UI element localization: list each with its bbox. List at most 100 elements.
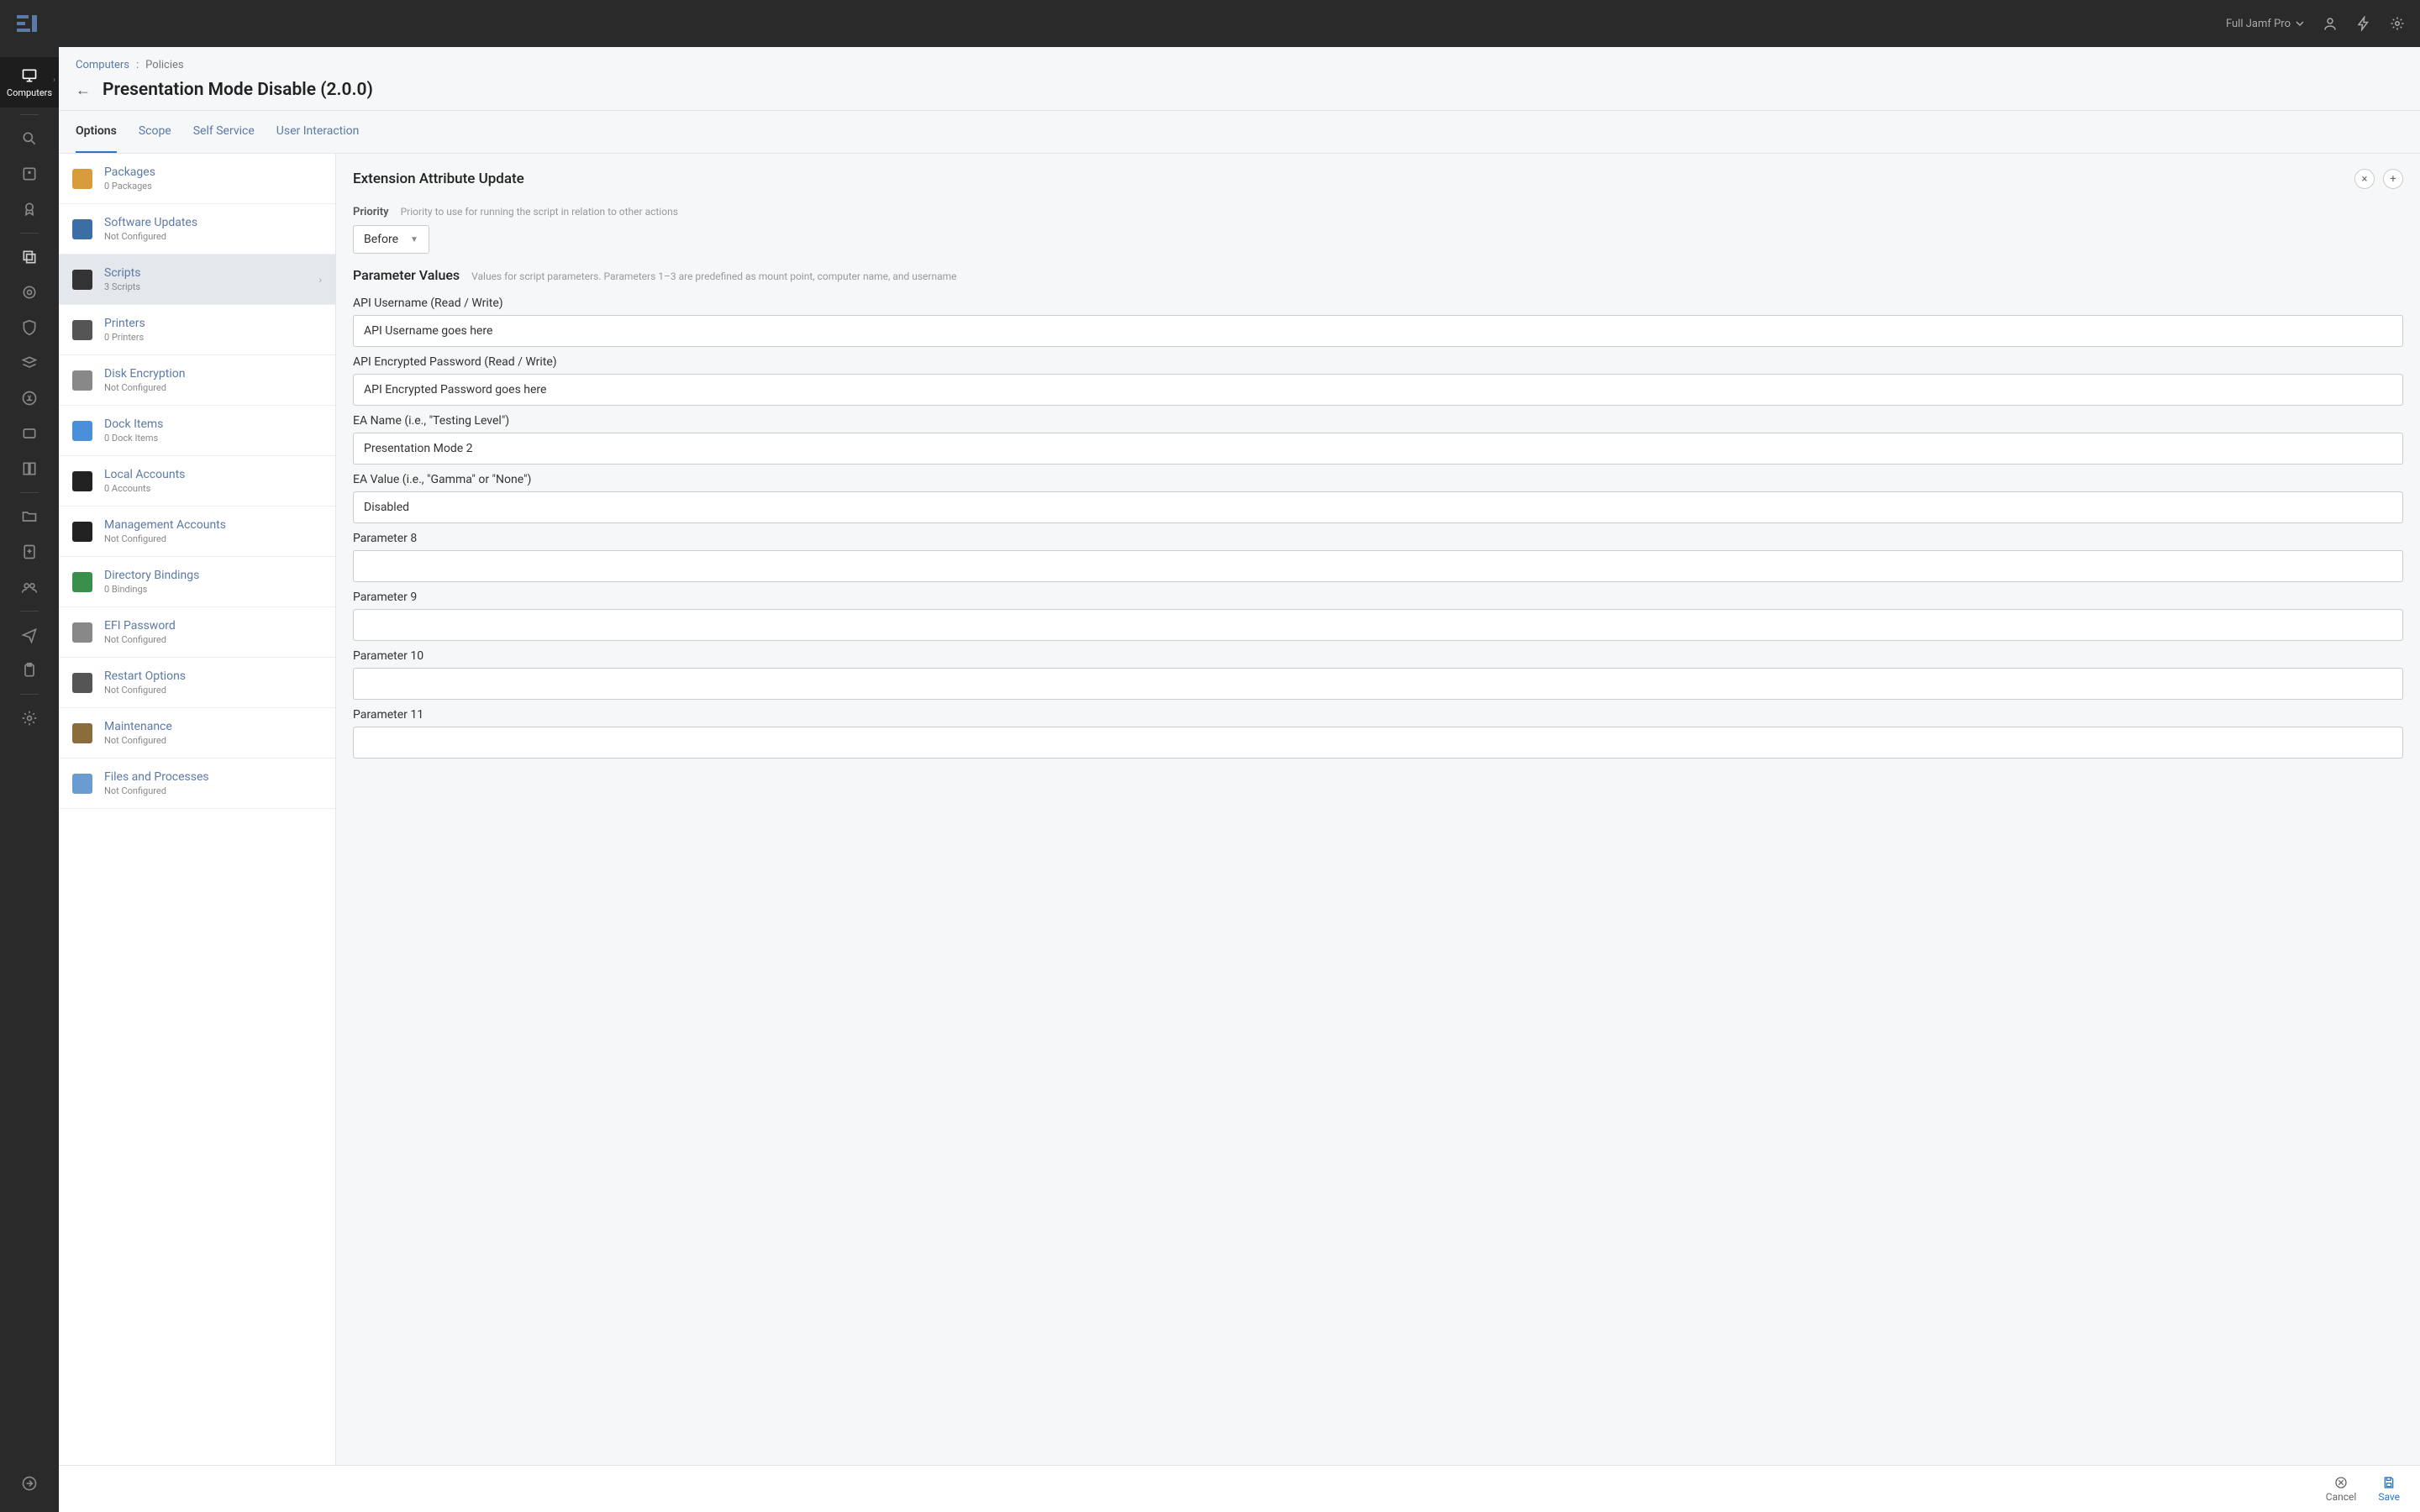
rail-item-search[interactable]: [0, 122, 59, 155]
save-button[interactable]: Save: [2378, 1476, 2400, 1503]
payload-title: Management Accounts: [104, 518, 226, 532]
rail-item-licenses[interactable]: [0, 157, 59, 191]
payload-title: Software Updates: [104, 216, 197, 229]
tab-options[interactable]: Options: [76, 111, 117, 153]
payload-item-management-accounts[interactable]: Management AccountsNot Configured: [59, 507, 335, 557]
payload-item-packages[interactable]: Packages0 Packages: [59, 154, 335, 204]
param-label: API Encrypted Password (Read / Write): [353, 355, 2403, 369]
payload-item-dock-items[interactable]: Dock Items0 Dock Items: [59, 406, 335, 456]
param-input-4[interactable]: [353, 315, 2403, 347]
param-label: Parameter 10: [353, 649, 2403, 663]
shield-icon: [21, 319, 38, 336]
breadcrumb-page: Policies: [145, 59, 183, 71]
gear-icon: [21, 710, 38, 727]
payload-subtitle: Not Configured: [104, 533, 226, 544]
rail-item-clipboard[interactable]: [0, 654, 59, 687]
search-icon: [21, 130, 38, 147]
cancel-button[interactable]: Cancel: [2326, 1476, 2357, 1503]
param-label: EA Value (i.e., "Gamma" or "None"): [353, 473, 2403, 486]
payload-title: Files and Processes: [104, 770, 209, 784]
rail-item-badges[interactable]: [0, 192, 59, 226]
footer: Cancel Save: [59, 1465, 2420, 1512]
main-panel: Computers : Policies ← Presentation Mode…: [59, 47, 2420, 1512]
rail-item-logout[interactable]: [0, 1467, 59, 1500]
bolt-icon[interactable]: [2356, 16, 2371, 31]
book-icon: [21, 460, 38, 477]
param-input-7[interactable]: [353, 491, 2403, 523]
remove-script-button[interactable]: ×: [2354, 169, 2375, 189]
rail-item-enroll[interactable]: [0, 535, 59, 569]
cancel-icon: [2334, 1476, 2348, 1489]
topbar: Full Jamf Pro: [0, 0, 2420, 47]
gear-icon[interactable]: [2390, 16, 2405, 31]
payload-item-software-updates[interactable]: Software UpdatesNot Configured: [59, 204, 335, 255]
param-input-10[interactable]: [353, 668, 2403, 700]
add-script-button[interactable]: +: [2383, 169, 2403, 189]
rail-item-security[interactable]: [0, 311, 59, 344]
tenant-switcher[interactable]: Full Jamf Pro: [2226, 18, 2304, 30]
payload-item-printers[interactable]: Printers 0 Printers: [59, 305, 335, 355]
payload-icon: [72, 169, 92, 189]
payload-subtitle: 3 Scripts: [104, 281, 140, 292]
detail-panel: Extension Attribute Update × + Priority …: [336, 154, 2420, 1512]
payload-item-local-accounts[interactable]: Local Accounts0 Accounts: [59, 456, 335, 507]
payload-subtitle: 0 Printers: [104, 332, 145, 343]
priority-select[interactable]: Before ▼: [353, 225, 429, 254]
breadcrumb-root[interactable]: Computers: [76, 59, 129, 71]
chevron-down-icon: [2296, 19, 2304, 28]
param-input-5[interactable]: [353, 374, 2403, 406]
save-label: Save: [2378, 1491, 2400, 1503]
payload-icon: [72, 723, 92, 743]
rail-separator: [20, 114, 39, 115]
payload-item-scripts[interactable]: Scripts3 Scripts ›: [59, 255, 335, 305]
payload-item-restart-options[interactable]: Restart OptionsNot Configured: [59, 658, 335, 708]
rail-item-config[interactable]: [0, 276, 59, 309]
payload-title: Scripts: [104, 266, 140, 280]
rail-item-updates[interactable]: [0, 346, 59, 380]
payload-item-directory-bindings[interactable]: Directory Bindings0 Bindings: [59, 557, 335, 607]
rail-item-books[interactable]: [0, 452, 59, 486]
rail-item-policies[interactable]: [0, 240, 59, 274]
payload-item-files-and-processes[interactable]: Files and ProcessesNot Configured: [59, 759, 335, 809]
payload-title: Local Accounts: [104, 468, 185, 481]
payload-icon: [72, 219, 92, 239]
payload-item-efi-password[interactable]: EFI PasswordNot Configured: [59, 607, 335, 658]
payload-title: Restart Options: [104, 669, 186, 683]
payload-icon: [72, 421, 92, 441]
payload-title: Directory Bindings: [104, 569, 199, 582]
tab-self-service[interactable]: Self Service: [193, 111, 255, 153]
rail-item-settings[interactable]: [0, 701, 59, 735]
param-label: Parameter 9: [353, 591, 2403, 604]
rail-separator: [20, 492, 39, 493]
chevron-right-icon: ›: [318, 274, 322, 286]
payload-title: Printers: [104, 317, 145, 330]
rail-item-folder[interactable]: [0, 500, 59, 533]
rail-item-patches[interactable]: [0, 417, 59, 450]
payload-icon: [72, 471, 92, 491]
payload-title: Packages: [104, 165, 155, 179]
tab-scope[interactable]: Scope: [139, 111, 171, 153]
payload-item-disk-encryption[interactable]: Disk EncryptionNot Configured: [59, 355, 335, 406]
rail-item-groups[interactable]: [0, 570, 59, 604]
payload-icon: [72, 622, 92, 643]
tab-user-interaction[interactable]: User Interaction: [276, 111, 360, 153]
send-icon: [21, 627, 38, 643]
user-icon[interactable]: [2323, 16, 2338, 31]
rail-item-apps[interactable]: [0, 381, 59, 415]
param-input-9[interactable]: [353, 609, 2403, 641]
param-input-11[interactable]: [353, 727, 2403, 759]
computer-icon: [21, 67, 38, 84]
rail-item-send[interactable]: [0, 618, 59, 652]
profile-icon: [21, 165, 38, 182]
stack-icon: [21, 249, 38, 265]
param-input-8[interactable]: [353, 550, 2403, 582]
payload-item-maintenance[interactable]: MaintenanceNot Configured: [59, 708, 335, 759]
payload-list: Packages0 PackagesSoftware UpdatesNot Co…: [59, 154, 336, 1512]
payload-subtitle: Not Configured: [104, 634, 176, 645]
param-input-6[interactable]: [353, 433, 2403, 465]
appstore-icon: [21, 390, 38, 407]
priority-label: Priority: [353, 206, 389, 218]
param-label: EA Name (i.e., "Testing Level"): [353, 414, 2403, 428]
rail-item-computers[interactable]: Computers ›: [0, 57, 59, 108]
back-button[interactable]: ←: [76, 81, 91, 99]
